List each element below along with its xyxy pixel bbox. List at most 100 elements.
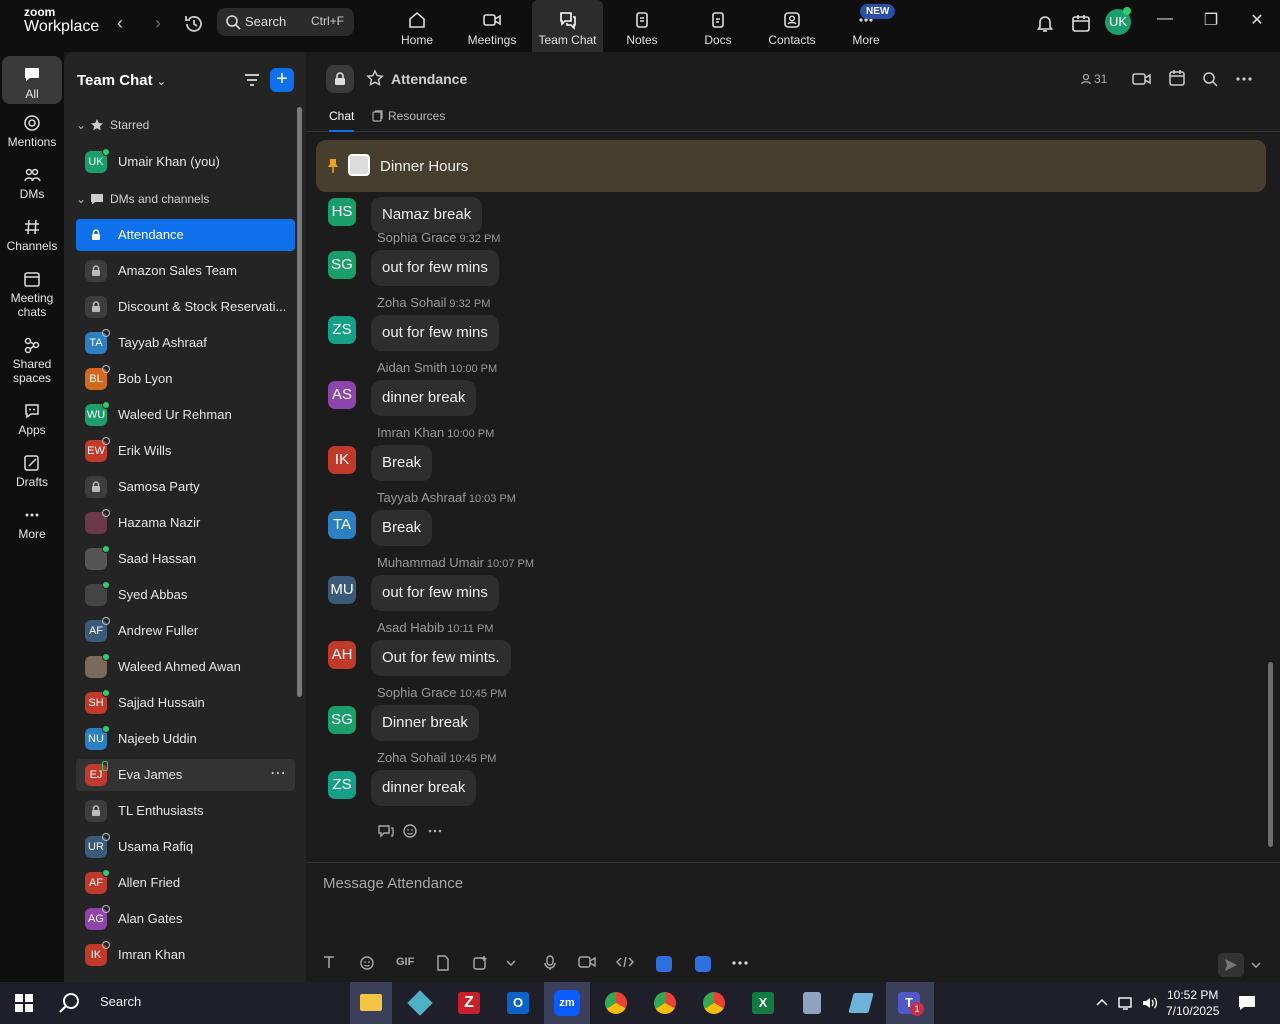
message-bubble[interactable]: Break bbox=[371, 445, 433, 481]
taskbar-excel[interactable]: X bbox=[746, 986, 780, 1020]
sidebar-item-dm[interactable]: SH Sajjad Hussain bbox=[76, 687, 295, 719]
rail-drafts[interactable]: Drafts bbox=[2, 454, 62, 489]
tab-team-chat[interactable]: Team Chat bbox=[532, 0, 603, 52]
history-icon[interactable] bbox=[182, 12, 206, 36]
taskbar-clock[interactable]: 10:52 PM 7/10/2025 bbox=[1166, 987, 1219, 1019]
emoji-reaction-icon[interactable] bbox=[402, 823, 418, 839]
taskbar-calculator[interactable] bbox=[795, 986, 829, 1020]
tab-chat[interactable]: Chat bbox=[329, 109, 355, 132]
rail-more[interactable]: More bbox=[2, 506, 62, 541]
rail-dms[interactable]: DMs bbox=[2, 166, 62, 201]
avatar[interactable]: ZS bbox=[328, 771, 356, 799]
taskbar-app-diamond[interactable] bbox=[403, 986, 437, 1020]
filter-icon[interactable] bbox=[242, 70, 262, 90]
tab-meetings[interactable]: Meetings bbox=[463, 0, 521, 52]
message-bubble[interactable]: Break bbox=[371, 510, 433, 546]
forward-arrow-icon[interactable]: › bbox=[146, 12, 170, 36]
network-icon[interactable] bbox=[1118, 996, 1136, 1010]
more-dots-icon[interactable] bbox=[1236, 76, 1252, 82]
file-icon[interactable] bbox=[436, 955, 450, 971]
sender-name[interactable]: Aidan Smith bbox=[377, 360, 447, 375]
rail-meeting-chats[interactable]: Meeting chats bbox=[2, 270, 62, 319]
sidebar-item-channel[interactable]: TL Enthusiasts bbox=[76, 795, 295, 827]
star-outline-icon[interactable] bbox=[366, 69, 384, 87]
more-dots-icon[interactable]: ⋯ bbox=[270, 763, 287, 783]
sidebar-item-dm[interactable]: AF Andrew Fuller bbox=[76, 615, 295, 647]
taskbar-filezilla[interactable]: Z bbox=[452, 986, 486, 1020]
tab-docs[interactable]: Docs bbox=[698, 0, 738, 52]
sidebar-item-dm[interactable]: IK Imran Khan bbox=[76, 939, 295, 971]
sender-name[interactable]: Muhammad Umair bbox=[377, 555, 484, 570]
message-bubble[interactable]: out for few mins bbox=[371, 315, 499, 351]
volume-icon[interactable] bbox=[1142, 996, 1158, 1010]
member-count[interactable]: 31 bbox=[1094, 72, 1107, 86]
sidebar-item-channel[interactable]: Amazon Sales Team bbox=[76, 255, 295, 287]
sidebar-item-channel[interactable]: Samosa Party bbox=[76, 471, 295, 503]
text-format-icon[interactable] bbox=[322, 955, 336, 969]
message-bubble[interactable]: dinner break bbox=[371, 380, 477, 416]
avatar[interactable]: AH bbox=[328, 641, 356, 669]
pinned-message-bar[interactable]: Dinner Hours bbox=[316, 140, 1266, 192]
sidebar-scrollbar[interactable] bbox=[297, 107, 302, 697]
taskbar-chrome-1[interactable] bbox=[599, 986, 633, 1020]
sidebar-item-dm[interactable]: BL Bob Lyon bbox=[76, 363, 295, 395]
taskbar-file-explorer[interactable] bbox=[350, 982, 392, 1024]
chevron-up-icon[interactable] bbox=[1096, 998, 1108, 1006]
notification-center-icon[interactable] bbox=[1238, 995, 1256, 1011]
avatar[interactable]: HS bbox=[328, 198, 356, 226]
avatar[interactable]: SG bbox=[328, 251, 356, 279]
send-button[interactable] bbox=[1218, 953, 1244, 977]
search-input[interactable]: Search Ctrl+F bbox=[217, 8, 354, 36]
more-dots-icon[interactable] bbox=[428, 829, 442, 833]
taskbar-search[interactable]: Search bbox=[58, 991, 141, 1018]
sender-name[interactable]: Sophia Grace bbox=[377, 230, 457, 245]
minimize-button[interactable]: — bbox=[1150, 10, 1180, 34]
sidebar-item-dm[interactable]: Waleed Ahmed Awan bbox=[76, 651, 295, 683]
avatar[interactable]: SG bbox=[328, 706, 356, 734]
screenshot-icon[interactable] bbox=[472, 955, 488, 971]
microphone-icon[interactable] bbox=[544, 955, 556, 971]
calendar-icon[interactable] bbox=[1168, 69, 1186, 87]
sidebar-item-dm[interactable]: AF Allen Fried bbox=[76, 867, 295, 899]
reply-thread-icon[interactable] bbox=[378, 824, 394, 838]
composer-placeholder[interactable]: Message Attendance bbox=[323, 875, 463, 892]
sidebar-item-dm[interactable]: AG Alan Gates bbox=[76, 903, 295, 935]
search-icon[interactable] bbox=[1202, 71, 1218, 87]
message-composer[interactable]: Message Attendance GIF bbox=[306, 862, 1280, 982]
message-bubble[interactable]: dinner break bbox=[371, 770, 477, 806]
taskbar-notepad[interactable] bbox=[844, 986, 878, 1020]
tab-home[interactable]: Home bbox=[394, 0, 440, 52]
sidebar-item-starred-self[interactable]: UK Umair Khan (you) bbox=[76, 146, 295, 178]
rail-shared-spaces[interactable]: Shared spaces bbox=[2, 336, 62, 385]
sidebar-item-dm[interactable]: NU Najeeb Uddin bbox=[76, 723, 295, 755]
sidebar-item-dm[interactable]: EJ Eva James ⋯ bbox=[76, 759, 295, 791]
sidebar-title[interactable]: Team Chat ⌄ bbox=[77, 72, 166, 89]
chevron-down-icon[interactable] bbox=[1251, 961, 1261, 969]
avatar[interactable]: IK bbox=[328, 446, 356, 474]
maximize-button[interactable]: ❐ bbox=[1196, 10, 1226, 34]
video-message-icon[interactable] bbox=[578, 955, 596, 969]
sender-name[interactable]: Asad Habib bbox=[377, 620, 444, 635]
message-bubble[interactable]: out for few mins bbox=[371, 575, 499, 611]
bell-icon[interactable] bbox=[1034, 12, 1056, 34]
windows-start-icon[interactable] bbox=[15, 994, 33, 1012]
sidebar-item-channel[interactable]: Discount & Stock Reservati... bbox=[76, 291, 295, 323]
tab-resources[interactable]: Resources bbox=[372, 109, 445, 132]
sidebar-item-dm[interactable]: Saad Hassan bbox=[76, 543, 295, 575]
calendar-widget-icon[interactable] bbox=[1070, 12, 1092, 34]
sidebar-item-dm[interactable]: TA Tayyab Ashraaf bbox=[76, 327, 295, 359]
channel-title[interactable]: Attendance bbox=[391, 71, 467, 87]
rail-channels[interactable]: Channels bbox=[2, 218, 62, 253]
sender-name[interactable]: Sophia Grace bbox=[377, 685, 457, 700]
message-bubble[interactable]: Out for few mints. bbox=[371, 640, 511, 676]
tab-notes[interactable]: Notes bbox=[620, 0, 664, 52]
taskbar-teams[interactable]: T 1 bbox=[886, 982, 934, 1024]
chevron-down-icon[interactable] bbox=[506, 959, 516, 967]
sidebar-item-dm[interactable]: UR Usama Rafiq bbox=[76, 831, 295, 863]
avatar[interactable]: MU bbox=[328, 576, 356, 604]
dms-channels-section-header[interactable]: ⌄ DMs and channels bbox=[76, 192, 209, 212]
back-arrow-icon[interactable]: ‹ bbox=[108, 12, 132, 36]
code-snippet-icon[interactable] bbox=[616, 955, 634, 969]
taskbar-outlook[interactable]: O bbox=[501, 986, 535, 1020]
video-camera-icon[interactable] bbox=[1132, 71, 1152, 87]
